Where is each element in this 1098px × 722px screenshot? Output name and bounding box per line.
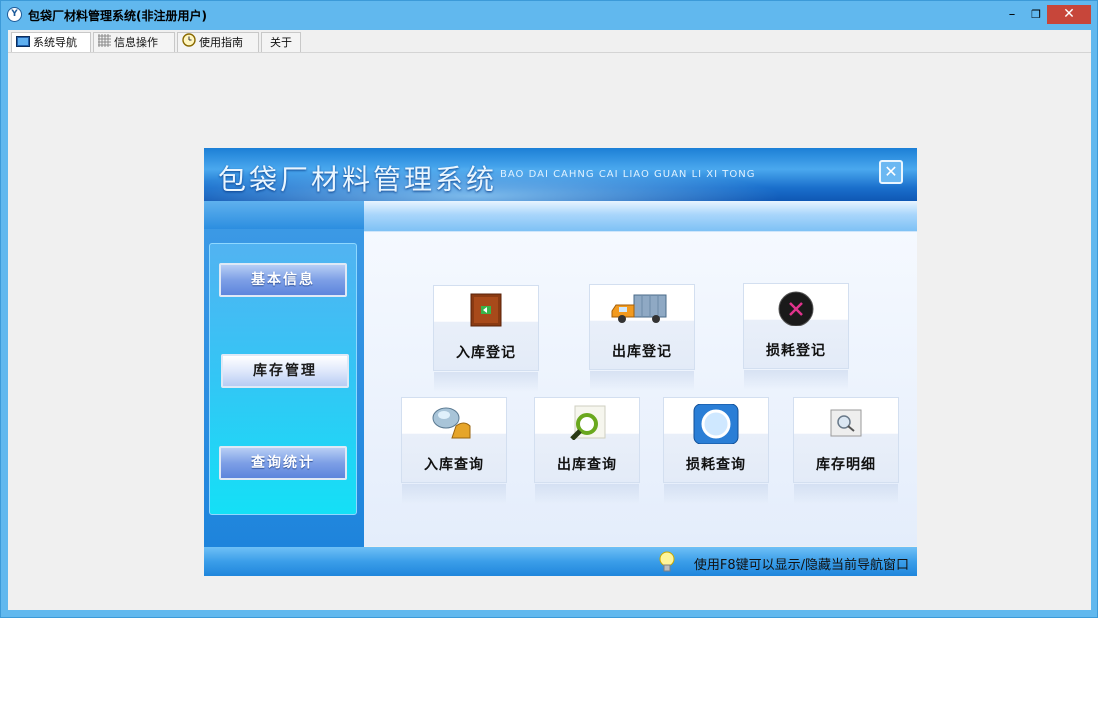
window-title: 包袋厂材料管理系统(非注册用户) — [28, 9, 207, 23]
tab-about[interactable]: 关于 — [261, 32, 301, 52]
maximize-button[interactable]: ❐ — [1025, 5, 1047, 24]
minimize-button[interactable]: – — [1001, 5, 1023, 24]
content-header-strip — [364, 201, 917, 232]
card-stock-out-query[interactable]: 出库查询 — [534, 397, 640, 504]
status-text: 使用F8键可以显示/隐藏当前导航窗口 — [693, 558, 909, 573]
tab-user-guide[interactable]: 使用指南 — [177, 32, 259, 52]
card-reflection — [434, 372, 538, 392]
side-button-inventory[interactable]: 库存管理 — [221, 354, 349, 388]
card-reflection — [744, 370, 848, 390]
truck-icon — [590, 291, 694, 327]
panel-subtitle: BAO DAI CAHNG CAI LIAO GUAN LI XI TONG — [500, 169, 756, 180]
card-reflection — [664, 484, 768, 504]
side-menu: 基本信息 库存管理 查询统计 — [204, 201, 364, 547]
panel-title: 包袋厂材料管理系统 — [218, 163, 498, 196]
loss-x-icon — [744, 290, 848, 327]
magnifier-icon — [535, 404, 639, 441]
status-bar: 使用F8键可以显示/隐藏当前导航窗口 — [204, 547, 917, 576]
card-inventory-detail[interactable]: 库存明细 — [793, 397, 899, 504]
blue-search-icon — [664, 403, 768, 445]
monitor-icon — [16, 34, 30, 53]
app-icon: Y — [7, 7, 22, 22]
card-label: 损耗登记 — [766, 343, 826, 359]
card-reflection — [402, 484, 506, 504]
tab-label: 信息操作 — [114, 36, 158, 49]
card-label: 入库查询 — [424, 457, 484, 473]
search-hand-icon — [402, 404, 506, 440]
card-reflection — [794, 484, 898, 504]
content-area: 入库登记 出库登记 损耗登记 入库查询 出库查询 损耗查询 库存明细 — [364, 232, 917, 546]
close-button[interactable]: ✕ — [1047, 5, 1091, 24]
grid-icon — [98, 33, 111, 53]
clock-icon — [182, 33, 196, 53]
card-reflection — [535, 484, 639, 504]
card-label: 入库登记 — [456, 345, 516, 361]
document-search-icon — [794, 404, 898, 440]
side-menu-box: 基本信息 库存管理 查询统计 — [209, 243, 357, 515]
lightbulb-icon — [658, 551, 676, 573]
panel-close-button[interactable]: ✕ — [879, 160, 903, 184]
client-area: 系统导航 信息操作 使用指南 关于 包袋厂材料管理系统 BAO DAI CAHN… — [8, 30, 1091, 610]
tab-divider — [8, 52, 1091, 53]
tab-label: 系统导航 — [33, 36, 77, 49]
card-label: 出库登记 — [612, 344, 672, 360]
title-bar[interactable]: Y 包袋厂材料管理系统(非注册用户) – ❐ ✕ — [1, 1, 1097, 29]
navigation-panel: 包袋厂材料管理系统 BAO DAI CAHNG CAI LIAO GUAN LI… — [204, 148, 917, 576]
side-button-query-stats[interactable]: 查询统计 — [219, 446, 347, 480]
card-label: 出库查询 — [557, 457, 617, 473]
card-stock-in-register[interactable]: 入库登记 — [433, 285, 539, 392]
card-stock-out-register[interactable]: 出库登记 — [589, 284, 695, 391]
card-loss-register[interactable]: 损耗登记 — [743, 283, 849, 390]
card-loss-query[interactable]: 损耗查询 — [663, 397, 769, 504]
card-reflection — [590, 371, 694, 391]
side-button-basic-info[interactable]: 基本信息 — [219, 263, 347, 297]
side-menu-header — [204, 201, 364, 229]
card-label: 库存明细 — [816, 457, 876, 473]
card-stock-in-query[interactable]: 入库查询 — [401, 397, 507, 504]
tab-label: 关于 — [270, 36, 292, 49]
card-label: 损耗查询 — [686, 457, 746, 473]
tab-label: 使用指南 — [199, 36, 243, 49]
tab-system-nav[interactable]: 系统导航 — [11, 32, 91, 52]
main-window: Y 包袋厂材料管理系统(非注册用户) – ❐ ✕ 系统导航 信息操作 使用指南 — [0, 0, 1098, 618]
panel-banner: 包袋厂材料管理系统 BAO DAI CAHNG CAI LIAO GUAN LI… — [204, 148, 917, 201]
tab-info-ops[interactable]: 信息操作 — [93, 32, 175, 52]
door-entry-icon — [434, 292, 538, 328]
